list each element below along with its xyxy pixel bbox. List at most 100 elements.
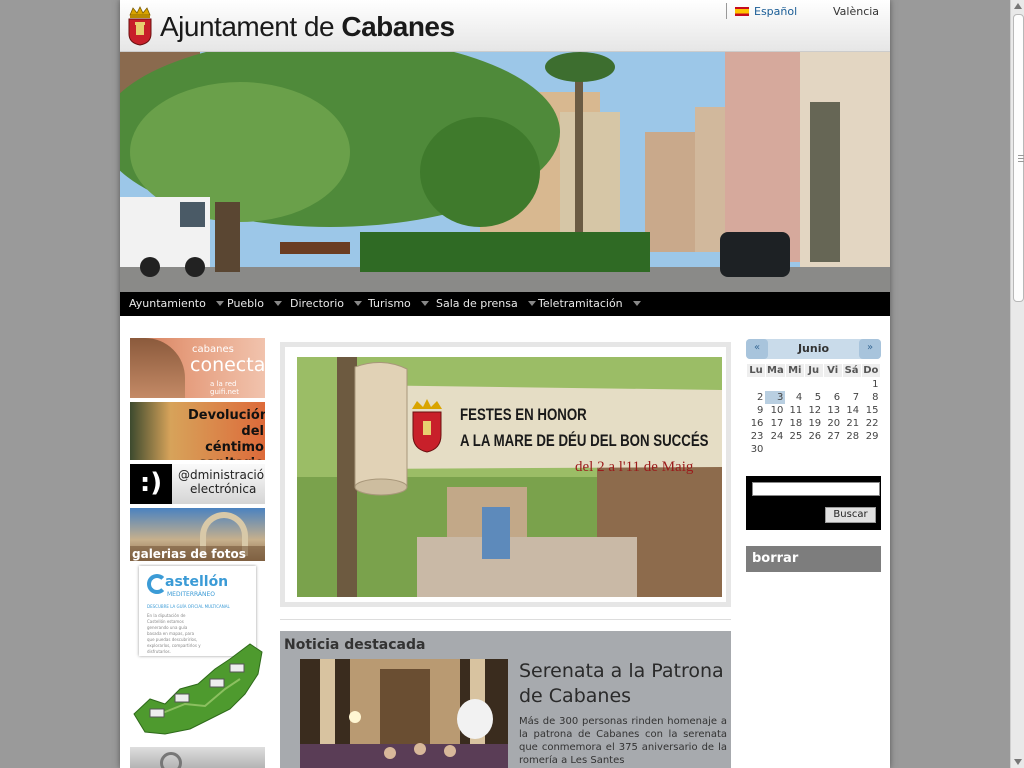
calendar-empty-cell [842,378,861,392]
calendar-empty-cell [747,378,766,392]
nav-item-label: Teletramitación [538,297,623,310]
calendar-day[interactable]: 20 [823,417,842,430]
lang-divider [726,3,727,19]
scroll-up-arrow-icon[interactable] [1014,3,1022,9]
banner-administracion-electronica[interactable]: :) @dministración electrónica [130,464,265,504]
calendar-day[interactable]: 5 [804,391,823,404]
poster-dates: del 2 a l'11 de Maig [575,459,694,475]
calendar-day[interactable]: 8 [861,391,880,404]
calendar-day[interactable]: 26 [804,430,823,443]
nav-item-turismo[interactable]: Turismo [368,297,429,310]
calendar-empty-cell [804,378,823,392]
calendar-week-row: 16 17 18 19 20 21 22 [747,417,881,430]
feature-frame: FESTES EN HONOR A LA MARE DE DÉU DEL BON… [285,347,726,602]
calendar-week-row: 9 10 11 12 13 14 15 [747,404,881,417]
calendar-next-button[interactable]: » [859,339,881,359]
nav-item-directorio[interactable]: Directorio [290,297,362,310]
calendar-day[interactable]: 21 [842,417,861,430]
site-title[interactable]: Ajuntament de Cabanes [160,11,455,43]
calendar-week-row: 1 [747,378,881,392]
calendar-day[interactable]: 15 [861,404,880,417]
noticia-photo[interactable] [300,659,508,768]
nav-item-pueblo[interactable]: Pueblo [227,297,282,310]
calendar-day[interactable]: 25 [785,430,804,443]
noticia-headline-link[interactable]: Serenata a la Patrona de Cabanes [519,659,729,709]
site-header: Ajuntament de Cabanes Español València [120,0,890,52]
borrar-header[interactable]: borrar [746,546,881,572]
banner-galerias-fotos[interactable]: galerias de fotos [130,508,265,561]
lang-valencia-link[interactable]: València [814,5,879,18]
feature-banner[interactable]: FESTES EN HONOR A LA MARE DE DÉU DEL BON… [280,342,731,607]
calendar-week-row: 23 24 25 26 27 28 29 [747,430,881,443]
nav-item-sala-de-prensa[interactable]: Sala de prensa [436,297,536,310]
calendar-day[interactable]: 10 [765,404,785,417]
noticia-summary: Más de 300 personas rinden homenaje a la… [519,716,727,766]
scrollbar[interactable] [1010,0,1024,768]
calendar-empty-cell [861,443,880,456]
calendar-empty-cell [823,378,842,392]
calendar-day[interactable]: 13 [823,404,842,417]
calendar-empty-cell [765,378,785,392]
calendar-day[interactable]: 27 [823,430,842,443]
banner-castellon-mediterraneo[interactable]: astellón MEDITERRÁNEO DESCUBRE LA GUÍA O… [130,564,265,739]
calendar-day[interactable]: 16 [747,417,766,430]
search-panel: Buscar [746,476,881,530]
banner-devolucion-line: Devolución [188,408,265,423]
nav-item-label: Sala de prensa [436,297,518,310]
dropdown-caret-icon [527,301,536,306]
scroll-thumb[interactable] [1013,14,1024,302]
calendar-empty-cell [765,443,785,456]
search-input[interactable] [752,482,880,496]
grip-line [1018,155,1024,156]
calendar-day[interactable]: 4 [785,391,804,404]
calendar-day[interactable]: 18 [785,417,804,430]
search-button[interactable]: Buscar [825,507,876,523]
calendar-day[interactable]: 29 [861,430,880,443]
castellon-map-icon [133,643,263,735]
calendar-day[interactable]: 19 [804,417,823,430]
lang-espanol-link[interactable]: Español [735,5,797,18]
lang-espanol-label: Español [754,5,798,18]
calendar-day[interactable]: 14 [842,404,861,417]
noticia-section-title: Noticia destacada [284,637,426,653]
calendar-day[interactable]: 22 [861,417,880,430]
calendar-day[interactable]: 23 [747,430,766,443]
calendar-empty-cell [804,443,823,456]
dropdown-caret-icon [215,301,224,306]
calendar-day[interactable]: 2 [747,391,766,404]
calendar-day[interactable]: 7 [842,391,861,404]
banner-bottom-partial[interactable] [130,747,265,768]
crest-icon[interactable] [127,6,153,46]
calendar-day[interactable]: 11 [785,404,804,417]
nav-item-ayuntamiento[interactable]: Ayuntamiento [129,297,224,310]
banner-devolucion-centimo[interactable]: Devolución del céntimo sanitario [130,402,265,460]
calendar-empty-cell [785,443,804,456]
calendar-empty-cell [823,443,842,456]
scroll-down-arrow-icon[interactable] [1014,759,1022,765]
calendar-day[interactable]: 3 [765,391,786,404]
calendar-prev-button[interactable]: « [746,339,768,359]
banner-cabanes-conecta[interactable]: cabanes conecta a la red guifi.net [130,338,265,398]
calendar-day[interactable]: 30 [747,443,766,456]
site-title-light: Ajuntament de [160,11,342,42]
castellon-sub: MEDITERRÁNEO [167,591,216,598]
hero-town-photo [120,52,890,292]
calendar-day[interactable]: 12 [804,404,823,417]
banner-conecta-sub: a la red guifi.net [210,380,239,396]
dropdown-caret-icon [420,301,429,306]
calendar-grid: Lu Ma Mi Ju Vi Sá Do 1 2 3 4 5 6 7 8 9 10 11 12 13 14 15 16 17… [746,363,882,456]
calendar-day[interactable]: 17 [765,417,785,430]
calendar-day[interactable]: 24 [765,430,785,443]
calendar-day[interactable]: 6 [823,391,842,404]
nav-item-teletramitacion[interactable]: Teletramitación [538,297,641,310]
calendar-day[interactable]: 28 [842,430,861,443]
calendar-day[interactable]: 9 [747,404,766,417]
nav-item-label: Ayuntamiento [129,297,206,310]
calendar-empty-cell [785,378,804,392]
smiley-icon: :) [130,464,172,504]
calendar-day[interactable]: 1 [861,378,880,392]
banner-admin-line: electrónica [190,482,257,496]
calendar-weekday: Sá [841,363,862,378]
banner-devolucion-line: del céntimo [205,424,264,455]
castellon-title: astellón [165,574,229,590]
